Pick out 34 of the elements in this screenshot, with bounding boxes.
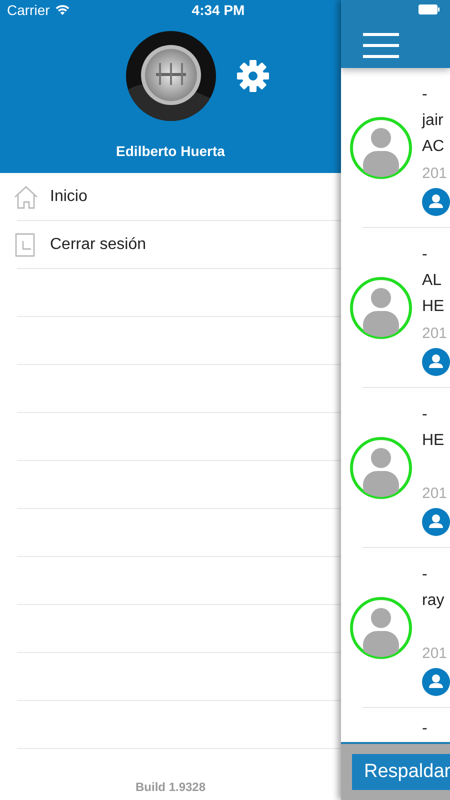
- menu-item[interactable]: Inicio: [0, 173, 341, 220]
- user-icon[interactable]: [422, 668, 450, 696]
- battery-icon: [418, 4, 440, 15]
- item-date: 201: [422, 164, 448, 184]
- user-name: Edilberto Huerta: [116, 142, 225, 161]
- item-dash: -: [422, 244, 428, 264]
- item-date: 201: [422, 484, 448, 504]
- item-dash: -: [422, 84, 428, 104]
- wifi-icon: [54, 4, 70, 16]
- avatar-icon: [349, 116, 413, 180]
- backup-button[interactable]: Respaldar: [352, 754, 450, 790]
- status-time: 4:34 PM: [192, 0, 245, 20]
- item-date: 201: [422, 324, 448, 344]
- item-date: 201: [422, 644, 448, 664]
- avatar-icon: [349, 276, 413, 340]
- item-name: jair: [422, 110, 444, 130]
- avatar-icon: [349, 436, 413, 500]
- item-dash: -: [422, 564, 428, 584]
- user-icon[interactable]: [422, 508, 450, 536]
- item-detail: AC: [422, 136, 446, 156]
- item-dash: -: [422, 719, 428, 739]
- item-dash: -: [422, 404, 428, 424]
- carrier-label: Carrier: [7, 0, 50, 20]
- build-label: Build 1.9328: [134, 779, 207, 796]
- item-detail: HE: [422, 296, 446, 316]
- settings-icon[interactable]: [236, 59, 270, 93]
- item-name: ray: [422, 590, 446, 610]
- menu-item[interactable]: Cerrar sesión: [0, 221, 341, 268]
- user-icon[interactable]: [422, 348, 450, 376]
- menu-icon[interactable]: [363, 33, 399, 59]
- item-name: AL: [422, 270, 443, 290]
- item-name: HE: [422, 430, 446, 450]
- avatar-icon: [349, 596, 413, 660]
- user-icon[interactable]: [422, 188, 450, 216]
